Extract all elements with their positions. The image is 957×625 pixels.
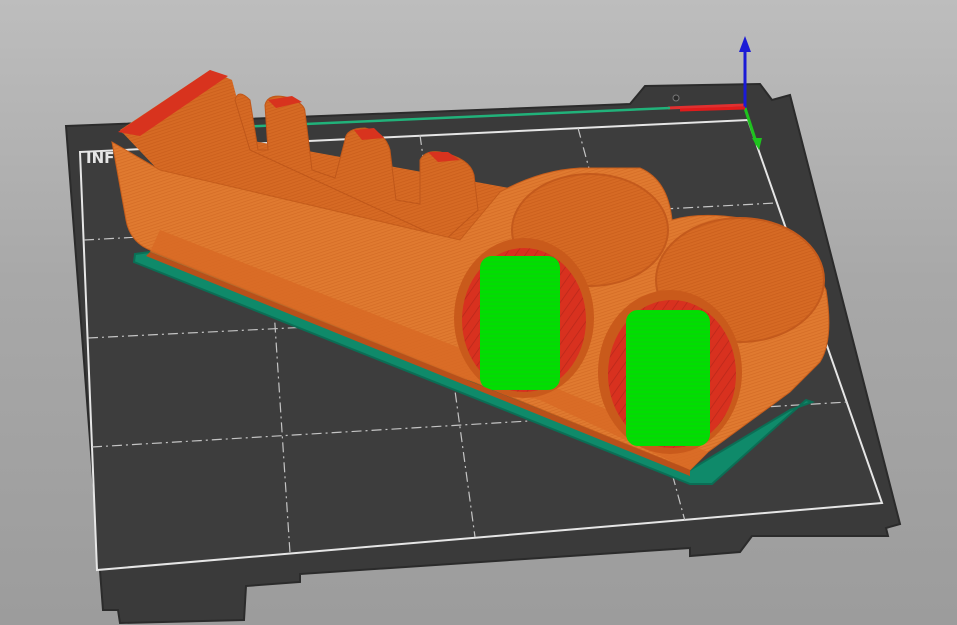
support-block-right — [626, 310, 710, 446]
model-opening-left — [454, 238, 594, 398]
support-block-left — [480, 256, 560, 390]
print-preview-scene[interactable]: INFO — [0, 0, 957, 625]
3d-viewport[interactable]: INFO — [0, 0, 957, 625]
model-opening-right — [598, 290, 742, 454]
bed-hole — [672, 94, 680, 102]
